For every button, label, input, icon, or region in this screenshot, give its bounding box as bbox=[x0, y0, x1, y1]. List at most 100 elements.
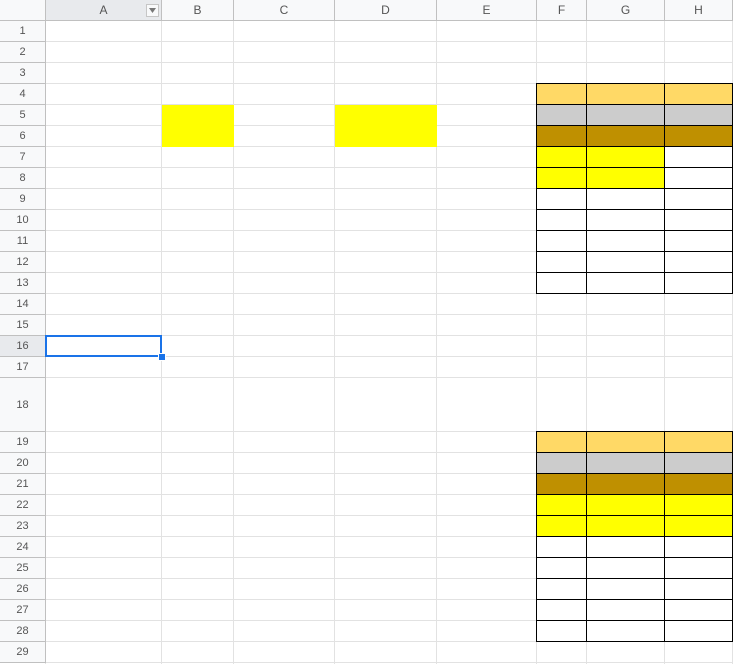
fergal-row-rank[interactable] bbox=[162, 252, 234, 273]
tedinoz-row-rank[interactable] bbox=[162, 432, 234, 453]
tedinoz-row-rank[interactable] bbox=[162, 558, 234, 579]
tedinoz-row-name[interactable] bbox=[234, 516, 335, 537]
tedinoz-row-rank[interactable] bbox=[162, 453, 234, 474]
filter-dropdown-icon[interactable] bbox=[146, 4, 159, 17]
row-header-10[interactable]: 10 bbox=[0, 210, 46, 231]
tedinoz-row-score[interactable] bbox=[335, 600, 437, 621]
row-header-28[interactable]: 28 bbox=[0, 621, 46, 642]
cell-A16-label[interactable] bbox=[46, 336, 162, 357]
fergal-row-rank[interactable] bbox=[162, 84, 234, 105]
tedinoz-row-name[interactable] bbox=[234, 558, 335, 579]
fergal-row-score[interactable] bbox=[335, 84, 437, 105]
row-header-18[interactable]: 18 bbox=[0, 378, 46, 432]
tedinoz-row-name[interactable] bbox=[234, 621, 335, 642]
tedinoz-row-rank[interactable] bbox=[162, 579, 234, 600]
row-header-4[interactable]: 4 bbox=[0, 84, 46, 105]
row-header-24[interactable]: 24 bbox=[0, 537, 46, 558]
tedinoz-row-score[interactable] bbox=[335, 453, 437, 474]
fergal-header-name[interactable] bbox=[234, 63, 335, 84]
tedinoz-row-name[interactable] bbox=[234, 537, 335, 558]
row-header-7[interactable]: 7 bbox=[0, 147, 46, 168]
column-header-F[interactable]: F bbox=[537, 0, 587, 21]
row-header-27[interactable]: 27 bbox=[0, 600, 46, 621]
row-header-15[interactable]: 15 bbox=[0, 315, 46, 336]
tedinoz-header-name[interactable] bbox=[234, 378, 335, 432]
tedinoz-row-name[interactable] bbox=[234, 600, 335, 621]
row-header-21[interactable]: 21 bbox=[0, 474, 46, 495]
row-header-8[interactable]: 8 bbox=[0, 168, 46, 189]
column-header-G[interactable]: G bbox=[587, 0, 665, 21]
row-header-22[interactable]: 22 bbox=[0, 495, 46, 516]
row-header-1[interactable]: 1 bbox=[0, 21, 46, 42]
fergal-row-name[interactable] bbox=[234, 273, 335, 294]
tedinoz-row-rank[interactable] bbox=[162, 474, 234, 495]
fergal-row-score[interactable] bbox=[335, 273, 437, 294]
row-header-9[interactable]: 9 bbox=[0, 189, 46, 210]
fill-handle[interactable] bbox=[158, 353, 166, 361]
tedinoz-ranked-header-rank[interactable] bbox=[537, 378, 587, 432]
fergal-header-rank[interactable] bbox=[162, 63, 234, 84]
tedinoz-ranked-header-name[interactable] bbox=[587, 378, 665, 432]
fergal-ranked-header-name[interactable] bbox=[587, 63, 665, 84]
fergal-row-rank[interactable] bbox=[162, 147, 234, 168]
row-header-26[interactable]: 26 bbox=[0, 579, 46, 600]
row-header-19[interactable]: 19 bbox=[0, 432, 46, 453]
tedinoz-header-score[interactable] bbox=[335, 378, 437, 432]
row-header-2[interactable]: 2 bbox=[0, 42, 46, 63]
row-header-23[interactable]: 23 bbox=[0, 516, 46, 537]
column-header-A[interactable]: A bbox=[46, 0, 162, 21]
fergal-row-name[interactable] bbox=[234, 126, 335, 147]
fergal-row-rank[interactable] bbox=[162, 105, 234, 126]
fergal-row-rank[interactable] bbox=[162, 273, 234, 294]
row-header-14[interactable]: 14 bbox=[0, 294, 46, 315]
fergal-row-score[interactable] bbox=[335, 126, 437, 147]
row-header-13[interactable]: 13 bbox=[0, 273, 46, 294]
fergal-row-name[interactable] bbox=[234, 84, 335, 105]
tedinoz-row-name[interactable] bbox=[234, 579, 335, 600]
tedinoz-row-score[interactable] bbox=[335, 621, 437, 642]
tedinoz-ranked-header-score[interactable] bbox=[665, 378, 733, 432]
row-header-12[interactable]: 12 bbox=[0, 252, 46, 273]
fergal-ranked-header-rank[interactable] bbox=[537, 63, 587, 84]
tedinoz-row-rank[interactable] bbox=[162, 537, 234, 558]
fergal-row-score[interactable] bbox=[335, 168, 437, 189]
fergal-row-score[interactable] bbox=[335, 210, 437, 231]
tedinoz-row-name[interactable] bbox=[234, 474, 335, 495]
fergal-row-score[interactable] bbox=[335, 252, 437, 273]
fergal-header-score[interactable] bbox=[335, 63, 437, 84]
column-header-D[interactable]: D bbox=[335, 0, 437, 21]
row-header-11[interactable]: 11 bbox=[0, 231, 46, 252]
row-header-3[interactable]: 3 bbox=[0, 63, 46, 84]
fergal-row-name[interactable] bbox=[234, 105, 335, 126]
tedinoz-row-score[interactable] bbox=[335, 558, 437, 579]
tedinoz-row-score[interactable] bbox=[335, 516, 437, 537]
tedinoz-row-score[interactable] bbox=[335, 432, 437, 453]
column-header-B[interactable]: B bbox=[162, 0, 234, 21]
column-header-C[interactable]: C bbox=[234, 0, 335, 21]
fergal-row-rank[interactable] bbox=[162, 168, 234, 189]
fergal-ranked-header-score[interactable] bbox=[665, 63, 733, 84]
fergal-row-name[interactable] bbox=[234, 231, 335, 252]
tedinoz-row-rank[interactable] bbox=[162, 516, 234, 537]
column-header-E[interactable]: E bbox=[437, 0, 537, 21]
row-header-16[interactable]: 16 bbox=[0, 336, 46, 357]
fergal-row-rank[interactable] bbox=[162, 189, 234, 210]
tedinoz-row-score[interactable] bbox=[335, 537, 437, 558]
row-header-20[interactable]: 20 bbox=[0, 453, 46, 474]
tedinoz-row-name[interactable] bbox=[234, 453, 335, 474]
fergal-row-rank[interactable] bbox=[162, 210, 234, 231]
column-header-H[interactable]: H bbox=[665, 0, 733, 21]
fergal-row-name[interactable] bbox=[234, 168, 335, 189]
fergal-row-score[interactable] bbox=[335, 189, 437, 210]
tedinoz-row-rank[interactable] bbox=[162, 600, 234, 621]
fergal-row-score[interactable] bbox=[335, 231, 437, 252]
row-header-25[interactable]: 25 bbox=[0, 558, 46, 579]
row-header-29[interactable]: 29 bbox=[0, 642, 46, 663]
fergal-row-name[interactable] bbox=[234, 189, 335, 210]
row-header-6[interactable]: 6 bbox=[0, 126, 46, 147]
fergal-row-name[interactable] bbox=[234, 147, 335, 168]
tedinoz-row-score[interactable] bbox=[335, 579, 437, 600]
tedinoz-row-score[interactable] bbox=[335, 474, 437, 495]
fergal-row-score[interactable] bbox=[335, 147, 437, 168]
fergal-row-name[interactable] bbox=[234, 252, 335, 273]
